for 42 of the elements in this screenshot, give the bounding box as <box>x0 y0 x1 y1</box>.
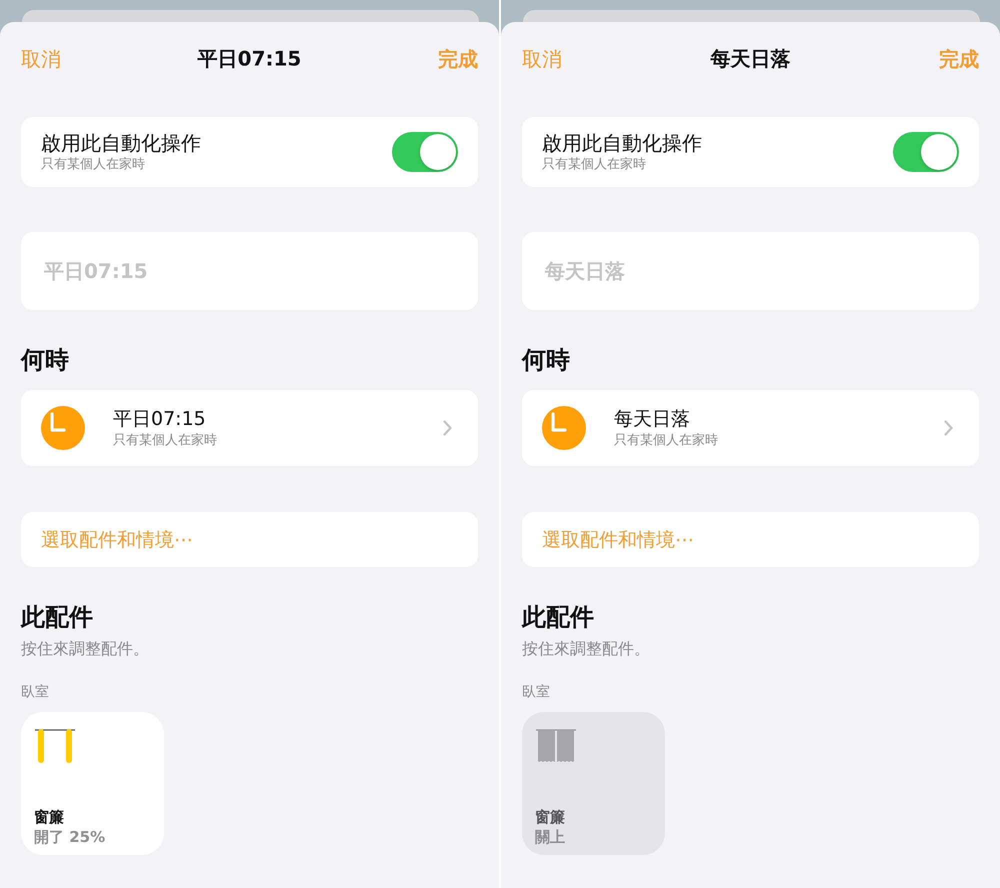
accessory-name: 窗簾 <box>34 807 65 827</box>
hint-text: 按住來調整配件。 <box>21 639 150 659</box>
curtain-icon <box>34 727 76 763</box>
accessory-status: 開了 25% <box>34 827 106 847</box>
choose-accessories-button[interactable]: 選取配件和情境⋯ <box>522 512 979 567</box>
section-heading: 何時 <box>21 345 70 375</box>
toggle-switch[interactable] <box>392 132 458 172</box>
toggle-switch[interactable] <box>893 132 959 172</box>
chevron-right-icon <box>944 420 953 436</box>
cancel-button[interactable]: 取消 <box>522 46 562 72</box>
section-heading: 何時 <box>522 345 571 375</box>
condition-subtitle: 只有某個人在家時 <box>614 432 719 448</box>
cancel-button[interactable]: 取消 <box>21 46 61 72</box>
trigger-title: 平日07:15 <box>113 408 207 430</box>
sheet-title: 每天日落 <box>710 46 790 72</box>
enable-label: 啟用此自動化操作 <box>542 131 702 155</box>
done-button[interactable]: 完成 <box>939 46 979 72</box>
hint-text: 按住來調整配件。 <box>522 639 651 659</box>
trigger-title: 每天日落 <box>614 408 691 430</box>
trigger-row[interactable]: 平日07:15 只有某個人在家時 <box>21 390 478 466</box>
clock-icon <box>542 406 586 450</box>
clock-icon <box>41 406 85 450</box>
name-field[interactable]: 平日07:15 <box>21 232 478 310</box>
trigger-row[interactable]: 每天日落 只有某個人在家時 <box>522 390 979 466</box>
room-label: 臥室 <box>522 683 551 701</box>
enable-label: 啟用此自動化操作 <box>41 131 201 155</box>
sheet-title: 平日07:15 <box>198 46 302 72</box>
accessory-name: 窗簾 <box>535 807 565 827</box>
done-button[interactable]: 完成 <box>438 46 478 72</box>
chevron-right-icon <box>443 420 452 436</box>
name-field[interactable]: 每天日落 <box>522 232 979 310</box>
condition-subtitle: 只有某個人在家時 <box>113 432 218 448</box>
section-heading: 此配件 <box>21 602 94 632</box>
accessory-tile[interactable]: 窗簾 開了 25% <box>21 712 164 855</box>
condition-subtitle: 只有某個人在家時 <box>542 156 647 173</box>
condition-subtitle: 只有某個人在家時 <box>41 156 146 173</box>
section-heading: 此配件 <box>522 602 595 632</box>
curtain-icon <box>535 727 577 763</box>
accessory-tile[interactable]: 窗簾 關上 <box>522 712 665 855</box>
room-label: 臥室 <box>21 683 50 701</box>
choose-accessories-button[interactable]: 選取配件和情境⋯ <box>21 512 478 567</box>
accessory-status: 關上 <box>535 827 565 847</box>
